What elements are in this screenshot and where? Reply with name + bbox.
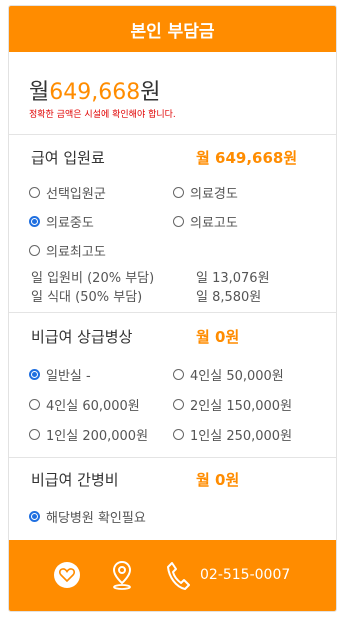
section-amount-caregiver: 월 0원	[196, 471, 240, 489]
total-suffix: 원	[140, 80, 161, 105]
radio-label: 2인실 150,000원	[190, 399, 293, 414]
radio-label: 1인실 200,000원	[46, 429, 149, 444]
radio-circle-icon	[29, 245, 40, 256]
copay-card: 본인 부담금 월649,668원 정확한 금액은 시설에 확인해야 합니다. 급…	[8, 5, 337, 612]
radio-label: 해당병원 확인필요	[46, 511, 146, 526]
radio-option[interactable]: 1인실 200,000원	[29, 425, 148, 444]
radio-label: 선택입원군	[46, 187, 106, 202]
contact-footer: 02-515-0007	[9, 540, 336, 611]
radio-label: 1인실 250,000원	[190, 429, 293, 444]
divider	[9, 457, 336, 458]
radio-circle-icon	[173, 187, 184, 198]
section-amount-room: 월 0원	[196, 328, 240, 346]
radio-label: 의료경도	[190, 187, 238, 202]
radio-circle-icon	[173, 216, 184, 227]
radio-selected-icon	[29, 369, 40, 380]
section-title-inpatient: 급여 입원료	[31, 149, 105, 167]
radio-option[interactable]: 4인실 50,000원	[173, 365, 284, 384]
radio-circle-icon	[173, 429, 184, 440]
radio-option[interactable]: 선택입원군	[29, 183, 106, 202]
detail-label: 일 식대 (50% 부담)	[31, 290, 143, 305]
radio-circle-icon	[173, 399, 184, 410]
radio-label: 4인실 50,000원	[190, 369, 284, 384]
radio-circle-icon	[29, 399, 40, 410]
section-title-caregiver: 비급여 간병비	[31, 471, 119, 489]
header-title: 본인 부담금	[130, 21, 215, 42]
radio-circle-icon	[29, 187, 40, 198]
divider	[9, 134, 336, 135]
radio-label: 의료최고도	[46, 245, 106, 260]
radio-circle-icon	[173, 369, 184, 380]
heart-icon[interactable]	[54, 562, 80, 588]
location-pin-icon[interactable]	[111, 560, 133, 594]
detail-value: 일 13,076원	[196, 271, 270, 286]
radio-label: 일반실 -	[46, 369, 91, 384]
radio-option[interactable]: 2인실 150,000원	[173, 395, 292, 414]
radio-selected-icon	[29, 216, 40, 227]
radio-option[interactable]: 의료경도	[173, 183, 238, 202]
phone-number-link[interactable]: 02-515-0007	[200, 567, 290, 583]
radio-option[interactable]: 의료최고도	[29, 241, 106, 260]
total-prefix: 월	[29, 80, 50, 105]
detail-value: 일 8,580원	[196, 290, 262, 305]
card-header: 본인 부담금	[9, 6, 336, 52]
radio-label: 4인실 60,000원	[46, 399, 140, 414]
radio-option-selected[interactable]: 의료중도	[29, 212, 94, 231]
radio-option-selected[interactable]: 해당병원 확인필요	[29, 507, 146, 526]
phone-icon[interactable]	[166, 561, 190, 595]
detail-label: 일 입원비 (20% 부담)	[31, 271, 155, 286]
section-title-room: 비급여 상급병상	[31, 328, 133, 346]
radio-selected-icon	[29, 511, 40, 522]
radio-option[interactable]: 의료고도	[173, 212, 238, 231]
section-amount-inpatient: 월 649,668원	[196, 149, 298, 167]
radio-option[interactable]: 4인실 60,000원	[29, 395, 140, 414]
radio-option-selected[interactable]: 일반실 -	[29, 365, 91, 384]
radio-label: 의료고도	[190, 216, 238, 231]
radio-option[interactable]: 1인실 250,000원	[173, 425, 292, 444]
monthly-total: 월649,668원	[29, 74, 160, 106]
disclaimer-note: 정확한 금액은 시설에 확인해야 합니다.	[29, 110, 176, 120]
total-amount: 649,668	[49, 80, 141, 105]
divider	[9, 312, 336, 313]
radio-label: 의료중도	[46, 216, 94, 231]
radio-circle-icon	[29, 429, 40, 440]
